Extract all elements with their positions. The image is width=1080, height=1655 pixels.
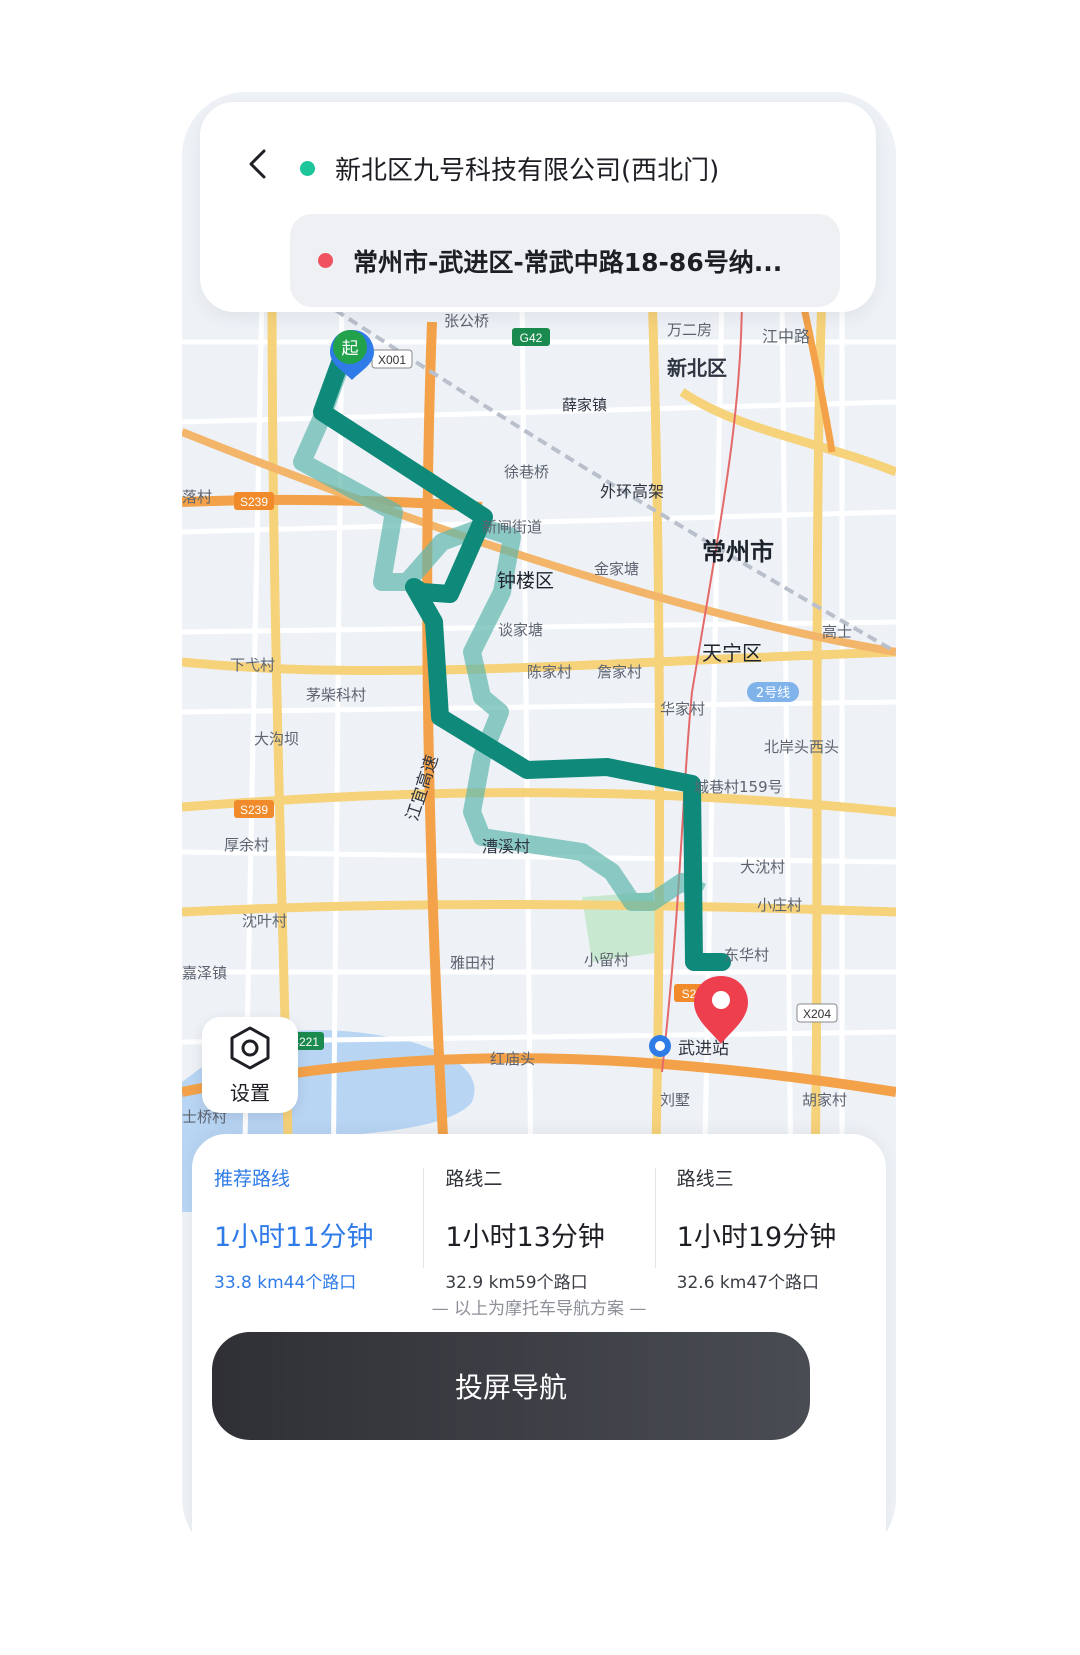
svg-text:S239: S239 — [240, 495, 268, 509]
back-button[interactable] — [238, 144, 278, 184]
settings-button[interactable]: 设置 — [202, 1017, 298, 1113]
svg-text:G42: G42 — [520, 331, 543, 345]
svg-text:起: 起 — [342, 339, 359, 359]
label-zhanjiacun: 詹家村 — [597, 663, 642, 681]
label-yatiancun: 雅田村 — [450, 954, 495, 972]
label-tianningqu: 天宁区 — [702, 641, 762, 665]
destination-text: 常州市-武进区-常武中路18-86号纳... — [353, 247, 783, 277]
label-zhonglouqu: 钟楼区 — [497, 570, 554, 592]
label-shenyecun: 沈叶村 — [242, 912, 287, 930]
svg-text:S239: S239 — [240, 803, 268, 817]
label-dashencun: 大沈村 — [740, 858, 785, 876]
route-options: 推荐路线 1小时11分钟 33.8 km44个路口 路线二 1小时13分钟 32… — [192, 1164, 886, 1293]
route-time: 1小时19分钟 — [676, 1222, 837, 1253]
label-xiagecun: 下弋村 — [230, 656, 275, 674]
route-search-card: 新北区九号科技有限公司(西北门) 常州市-武进区-常武中路18-86号纳... — [200, 102, 876, 312]
label-xiaoliucun: 小留村 — [584, 951, 629, 969]
road-shield-x001: X001 — [371, 349, 413, 369]
route-name: 路线二 — [445, 1168, 503, 1190]
origin-field[interactable]: 新北区九号科技有限公司(西北门) — [300, 150, 719, 187]
route-option-recommended[interactable]: 推荐路线 1小时11分钟 33.8 km44个路口 — [192, 1164, 423, 1293]
svg-text:X001: X001 — [378, 353, 406, 367]
label-jinjiatang: 金家塘 — [594, 560, 639, 578]
origin-text: 新北区九号科技有限公司(西北门) — [335, 156, 720, 186]
route-options-panel: 推荐路线 1小时11分钟 33.8 km44个路口 路线二 1小时13分钟 32… — [192, 1134, 886, 1562]
label-jiazezhen: 嘉泽镇 — [182, 964, 227, 982]
destination-field[interactable]: 常州市-武进区-常武中路18-86号纳... — [290, 214, 840, 307]
label-hujiacun: 胡家村 — [802, 1091, 847, 1109]
label-changzhoushi: 常州市 — [702, 538, 774, 566]
label-wanerfang: 万二房 — [667, 321, 712, 339]
label-donghuacun: 东华村 — [724, 946, 769, 964]
route-option-2[interactable]: 路线二 1小时13分钟 32.9 km59个路口 — [423, 1164, 654, 1293]
label-hongmiaotou: 红庙头 — [490, 1050, 535, 1068]
route-name: 路线三 — [676, 1168, 734, 1190]
label-jiangzhonglu: 江中路 — [762, 327, 810, 346]
label-tanjiatang: 谈家塘 — [498, 621, 543, 639]
label-chenjiacun: 陈家村 — [527, 663, 572, 681]
route-option-3[interactable]: 路线三 1小时19分钟 32.6 km47个路口 — [654, 1164, 886, 1293]
label-beiantouxitou: 北岸头西头 — [764, 738, 839, 756]
svg-text:X204: X204 — [803, 1007, 831, 1021]
cast-navigation-button[interactable]: 投屏导航 — [212, 1332, 810, 1440]
road-shield-s239-b: S239 — [234, 800, 274, 818]
label-xinbeiqu: 新北区 — [667, 356, 727, 380]
origin-dot-icon — [300, 161, 315, 176]
label-caoxicun: 漕溪村 — [482, 837, 530, 856]
train-station-icon — [649, 1035, 671, 1057]
destination-dot-icon — [318, 253, 333, 268]
label-zhanggongqiao: 张公桥 — [444, 312, 489, 330]
chevron-left-icon — [249, 149, 266, 179]
hexagon-settings-icon — [230, 1026, 270, 1069]
road-shield-g42: G42 — [512, 328, 550, 346]
motorcycle-note: — 以上为摩托车导航方案 — — [431, 1299, 647, 1319]
label-houyucun: 厚余村 — [224, 836, 269, 854]
route-time: 1小时11分钟 — [214, 1222, 374, 1253]
label-maochaikecun: 茅柴科村 — [306, 686, 366, 704]
label-chengxiangcun: 城巷村159号 — [694, 778, 783, 796]
route-time: 1小时13分钟 — [445, 1222, 605, 1253]
label-gaoshi: 高士 — [822, 623, 852, 641]
label-xuxiangqiao: 徐巷桥 — [504, 463, 549, 481]
settings-label: 设置 — [230, 1080, 270, 1105]
label-luocun: 落村 — [182, 488, 212, 506]
route-meta: 33.8 km44个路口 — [214, 1273, 357, 1293]
label-dagouba: 大沟坝 — [254, 730, 299, 748]
route-meta: 32.6 km47个路口 — [676, 1273, 819, 1293]
label-xiaozhuangcun: 小庄村 — [757, 896, 802, 914]
phone-frame: G42 X001 S239 S239 G4221 X204 S2 2号线 张公桥… — [182, 92, 896, 1562]
route-name: 推荐路线 — [214, 1168, 291, 1190]
label-xuejiazhen: 薛家镇 — [562, 396, 607, 414]
route-meta: 32.9 km59个路口 — [445, 1273, 588, 1293]
label-liushu: 刘墅 — [660, 1091, 690, 1109]
label-xinzhajiedao: 新闸街道 — [482, 518, 542, 536]
road-shield-x204: X204 — [796, 1003, 838, 1023]
label-waihuangaojia: 外环高架 — [600, 482, 664, 501]
label-huajiacun: 华家村 — [660, 700, 705, 718]
metro-line-tag: 2号线 — [747, 682, 799, 702]
road-shield-s239-a: S239 — [234, 492, 274, 510]
svg-text:2号线: 2号线 — [756, 686, 790, 701]
